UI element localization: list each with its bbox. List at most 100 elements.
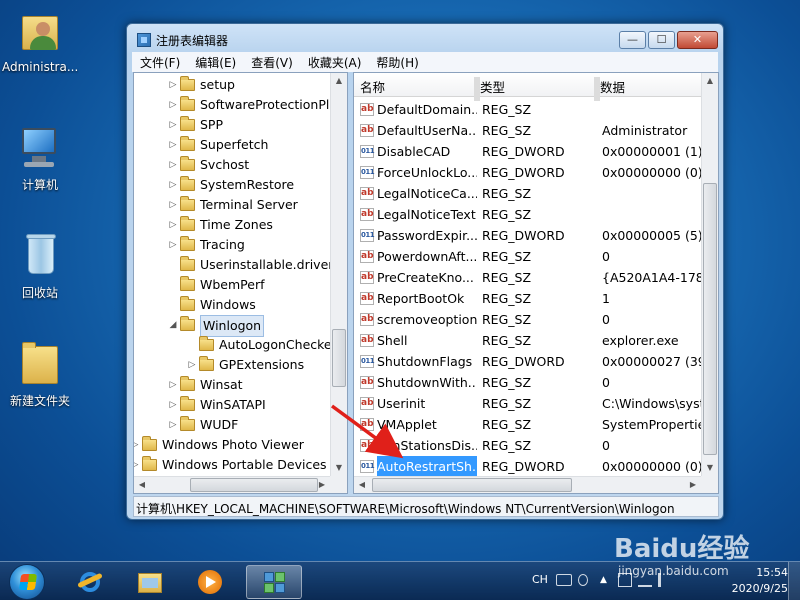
value-row[interactable]: ShutdownFlags REG_DWORD 0x00000027 (39) <box>354 351 703 372</box>
tree-item[interactable]: ▷ Windows Photo Viewer <box>134 435 332 455</box>
tree-expander-icon[interactable]: ▷ <box>187 355 197 375</box>
value-row[interactable]: VMAppletREG_SZSystemProperties <box>354 414 703 435</box>
tree-item[interactable]: WbemPerf <box>134 275 332 295</box>
tree-item[interactable]: ▷ Tracing <box>134 235 332 255</box>
value-row[interactable]: PreCreateKno... REG_SZ {A520A1A4-1780 <box>354 267 703 288</box>
values-vertical-scrollbar[interactable]: ▲ ▼ <box>701 73 718 476</box>
tree-item[interactable]: ▷ setup <box>134 75 332 95</box>
tree-item[interactable]: AutoLogonChecke <box>134 335 332 355</box>
menu-help[interactable]: 帮助(H) <box>368 52 425 71</box>
tree-item[interactable]: ▷ WUDF <box>134 415 332 435</box>
tree-item[interactable]: ▷ SPP <box>134 115 332 135</box>
scroll-down-icon[interactable]: ▼ <box>702 460 718 476</box>
tree-expander-icon[interactable]: ▷ <box>168 135 178 155</box>
tree-expander-icon[interactable]: ▷ <box>168 175 178 195</box>
column-data[interactable]: 数据 <box>594 77 625 96</box>
tree-expander-icon[interactable]: ▷ <box>134 435 140 455</box>
value-row[interactable]: WinStationsDis...REG_SZ0 <box>354 435 703 456</box>
tree-expander-icon[interactable]: ▷ <box>168 395 178 415</box>
tree-hscroll-thumb[interactable] <box>190 478 318 492</box>
value-row[interactable]: AutoRestrartSh...REG_DWORD0x00000000 (0) <box>354 455 703 478</box>
tree-item[interactable]: ▷ Windows Portable Devices <box>134 455 332 475</box>
string-value-icon <box>360 267 374 288</box>
tree-item[interactable]: ◢ Winlogon <box>134 315 332 337</box>
close-button[interactable]: ✕ <box>677 31 718 49</box>
language-indicator[interactable]: CH <box>532 573 548 586</box>
value-row[interactable]: DisableCAD REG_DWORD 0x00000001 (1) <box>354 141 703 162</box>
scroll-left-icon[interactable]: ◀ <box>134 477 150 493</box>
tree-expander-icon[interactable]: ▷ <box>168 155 178 175</box>
value-row[interactable]: PasswordExpir... REG_DWORD 0x00000005 (5) <box>354 225 703 246</box>
value-row[interactable]: scremoveoption REG_SZ 0 <box>354 309 703 330</box>
title-bar[interactable]: 注册表编辑器 — ☐ ✕ <box>127 24 723 54</box>
show-hidden-icons[interactable]: ▲ <box>600 575 607 585</box>
desktop-icon-administrator[interactable]: Administra... <box>2 8 78 74</box>
values-horizontal-scrollbar[interactable]: ◀ ▶ <box>354 476 701 493</box>
scroll-up-icon[interactable]: ▲ <box>331 73 347 89</box>
menu-file[interactable]: 文件(F) <box>132 52 187 71</box>
column-name[interactable]: 名称 <box>354 77 385 96</box>
tree-item[interactable]: ▷ SoftwareProtectionPla <box>134 95 337 115</box>
tree-expander-icon[interactable]: ▷ <box>168 375 178 395</box>
value-name: LegalNoticeCa... <box>377 186 477 201</box>
value-row[interactable]: ForceUnlockLo... REG_DWORD 0x00000000 (0) <box>354 162 703 183</box>
tree-item[interactable]: ▷ GPExtensions <box>134 355 332 375</box>
taskbar-regedit[interactable] <box>246 565 302 599</box>
help-icon[interactable] <box>578 574 588 586</box>
scroll-right-icon[interactable]: ▶ <box>314 477 330 493</box>
tree-expander-icon[interactable]: ▷ <box>134 455 140 475</box>
tree-item-label: Superfetch <box>200 137 269 152</box>
value-row[interactable]: ShutdownWith... REG_SZ 0 <box>354 372 703 393</box>
scroll-left-icon[interactable]: ◀ <box>354 477 370 493</box>
menu-favorites[interactable]: 收藏夹(A) <box>300 52 369 71</box>
scroll-up-icon[interactable]: ▲ <box>702 73 718 89</box>
scroll-down-icon[interactable]: ▼ <box>331 460 347 476</box>
value-row[interactable]: DefaultUserNa... REG_SZ Administrator <box>354 120 703 141</box>
taskbar-explorer[interactable] <box>122 565 178 599</box>
desktop-icon-recycle-bin[interactable]: 回收站 <box>2 232 78 301</box>
scroll-right-icon[interactable]: ▶ <box>685 477 701 493</box>
keyboard-icon[interactable] <box>556 574 572 586</box>
tree-item[interactable]: Userinstallable.drivers <box>134 255 340 275</box>
value-row[interactable]: Shell REG_SZ explorer.exe <box>354 330 703 351</box>
folder-icon <box>180 316 195 331</box>
value-row[interactable]: PowerdownAft... REG_SZ 0 <box>354 246 703 267</box>
value-row[interactable]: ReportBootOk REG_SZ 1 <box>354 288 703 309</box>
tree-item[interactable]: ▷ Terminal Server <box>134 195 332 215</box>
value-row[interactable]: UserinitREG_SZC:\Windows\syst <box>354 393 703 414</box>
value-row[interactable]: LegalNoticeText REG_SZ <box>354 204 703 225</box>
tree-scroll-thumb[interactable] <box>332 329 346 387</box>
tree-item[interactable]: ▷ Winsat <box>134 375 332 395</box>
tree-item[interactable]: ▷ WinSATAPI <box>134 395 332 415</box>
tree-item[interactable]: ▷ SystemRestore <box>134 175 332 195</box>
tree-item[interactable]: Windows <box>134 295 332 315</box>
tree-expander-icon[interactable]: ▷ <box>168 95 178 115</box>
dword-value-icon <box>360 141 374 162</box>
value-row[interactable]: DefaultDomain... REG_SZ <box>354 99 703 120</box>
tree-expander-icon[interactable]: ▷ <box>168 235 178 255</box>
tree-expander-icon[interactable]: ▷ <box>168 215 178 235</box>
tree-horizontal-scrollbar[interactable]: ◀ ▶ <box>134 476 330 493</box>
start-button[interactable] <box>9 564 45 600</box>
tree-expander-icon[interactable]: ▷ <box>168 415 178 435</box>
menu-view[interactable]: 查看(V) <box>243 52 300 71</box>
tree-expander-icon[interactable]: ▷ <box>168 75 178 95</box>
taskbar-media-player[interactable] <box>182 565 238 599</box>
desktop-icon-computer[interactable]: 计算机 <box>2 124 78 193</box>
menu-edit[interactable]: 编辑(E) <box>187 52 243 71</box>
values-scroll-thumb[interactable] <box>703 183 717 455</box>
desktop-icon-new-folder[interactable]: 新建文件夹 <box>2 340 78 409</box>
tree-expander-icon[interactable]: ◢ <box>168 315 178 335</box>
values-hscroll-thumb[interactable] <box>372 478 572 492</box>
taskbar-ie[interactable] <box>62 565 118 599</box>
column-type[interactable]: 类型 <box>474 77 505 96</box>
maximize-button[interactable]: ☐ <box>648 31 675 49</box>
minimize-button[interactable]: — <box>619 31 646 49</box>
tree-expander-icon[interactable]: ▷ <box>168 115 178 135</box>
tree-item[interactable]: ▷ Time Zones <box>134 215 332 235</box>
value-row[interactable]: LegalNoticeCa... REG_SZ <box>354 183 703 204</box>
tree-item[interactable]: ▷ Svchost <box>134 155 332 175</box>
tree-expander-icon[interactable]: ▷ <box>168 195 178 215</box>
show-desktop-button[interactable] <box>788 562 800 600</box>
tree-item[interactable]: ▷ Superfetch <box>134 135 332 155</box>
